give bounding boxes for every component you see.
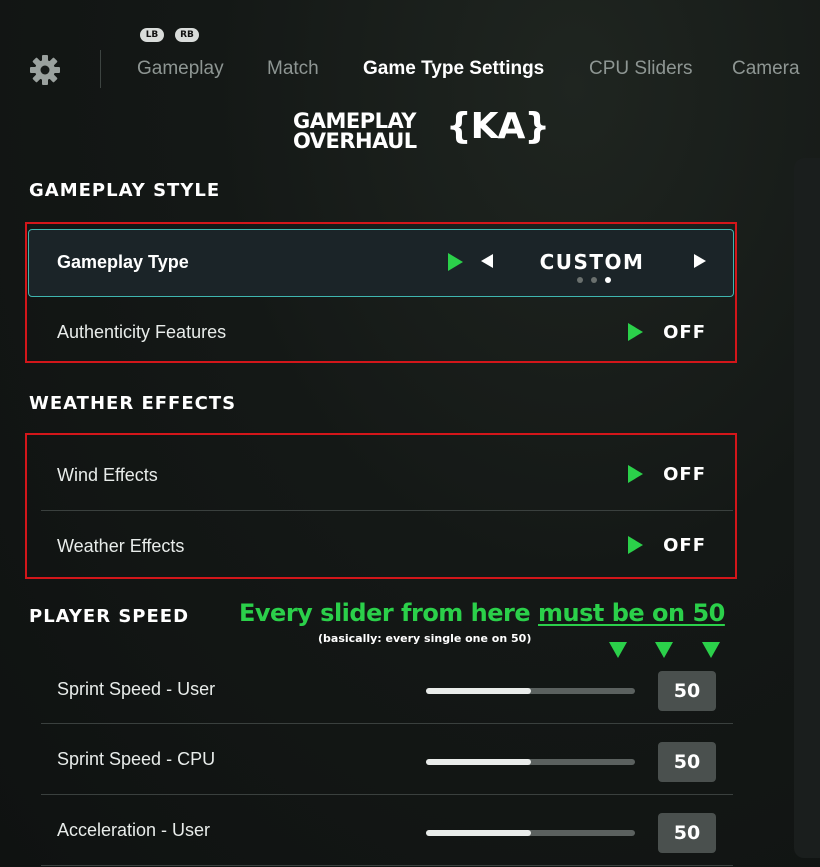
gameplay-type-label: Gameplay Type <box>57 252 189 272</box>
slider-fill <box>426 759 531 765</box>
row-divider <box>41 865 733 866</box>
weather-effects-value: OFF <box>663 535 706 556</box>
green-pointer-icon <box>628 323 643 341</box>
annotation-headline: Every slider from here must be on 50 <box>239 599 725 627</box>
section-title-gameplay-style: GAMEPLAY STYLE <box>29 180 221 201</box>
gameplay-overhaul-logo: GAMEPLAY OVERHAUL {KA} <box>293 106 550 154</box>
slider-value[interactable]: 50 <box>658 742 716 782</box>
wind-effects-row[interactable]: Wind Effects OFF <box>28 440 734 510</box>
page-dot <box>577 277 583 283</box>
wind-effects-label: Wind Effects <box>57 465 158 485</box>
slider-value[interactable]: 50 <box>658 813 716 853</box>
authenticity-features-row[interactable]: Authenticity Features OFF <box>28 298 734 362</box>
page-dot-active <box>605 277 611 283</box>
authenticity-features-value: OFF <box>663 322 706 343</box>
slider-track[interactable] <box>426 830 635 836</box>
slider-value[interactable]: 50 <box>658 671 716 711</box>
right-scroll-area[interactable] <box>794 158 820 858</box>
green-pointer-icon <box>448 253 463 271</box>
annotation-emphasis: must be on 50 <box>538 599 725 627</box>
arrow-right-icon[interactable] <box>694 254 706 268</box>
gameplay-type-row[interactable]: Gameplay Type CUSTOM <box>28 229 734 297</box>
slider-track[interactable] <box>426 759 635 765</box>
page-dot <box>591 277 597 283</box>
authenticity-features-label: Authenticity Features <box>57 322 227 342</box>
annotation-prefix: Every slider from here <box>239 599 538 627</box>
slider-label: Sprint Speed - CPU <box>57 749 216 769</box>
tab-cpu-sliders[interactable]: CPU Sliders <box>589 58 692 80</box>
page-dots <box>577 277 617 285</box>
gameplay-type-value: CUSTOM <box>539 250 645 274</box>
tab-gameplay[interactable]: Gameplay <box>137 58 224 80</box>
weather-effects-row[interactable]: Weather Effects OFF <box>28 511 734 577</box>
header-divider <box>100 50 101 88</box>
slider-fill <box>426 830 531 836</box>
green-pointer-icon <box>628 536 643 554</box>
rb-bumper-hint: RB <box>175 28 199 42</box>
section-title-player-speed: PLAYER SPEED <box>29 606 190 627</box>
tab-match[interactable]: Match <box>267 58 319 80</box>
arrow-left-icon[interactable] <box>481 254 493 268</box>
lb-bumper-hint: LB <box>140 28 164 42</box>
logo-mark: {KA} <box>446 106 550 147</box>
slider-fill <box>426 688 531 694</box>
logo-line-2: OVERHAUL <box>293 129 417 153</box>
tab-game-type-settings[interactable]: Game Type Settings <box>363 58 544 80</box>
slider-track[interactable] <box>426 688 635 694</box>
tab-camera[interactable]: Camera <box>732 58 800 80</box>
slider-label: Acceleration - User <box>57 820 211 840</box>
wind-effects-value: OFF <box>663 464 706 485</box>
gear-icon[interactable] <box>28 53 62 87</box>
section-title-weather-effects: WEATHER EFFECTS <box>29 393 237 414</box>
slider-label: Sprint Speed - User <box>57 679 216 699</box>
green-pointer-icon <box>628 465 643 483</box>
annotation-note: (basically: every single one on 50) <box>318 632 532 645</box>
weather-effects-label: Weather Effects <box>57 536 185 556</box>
